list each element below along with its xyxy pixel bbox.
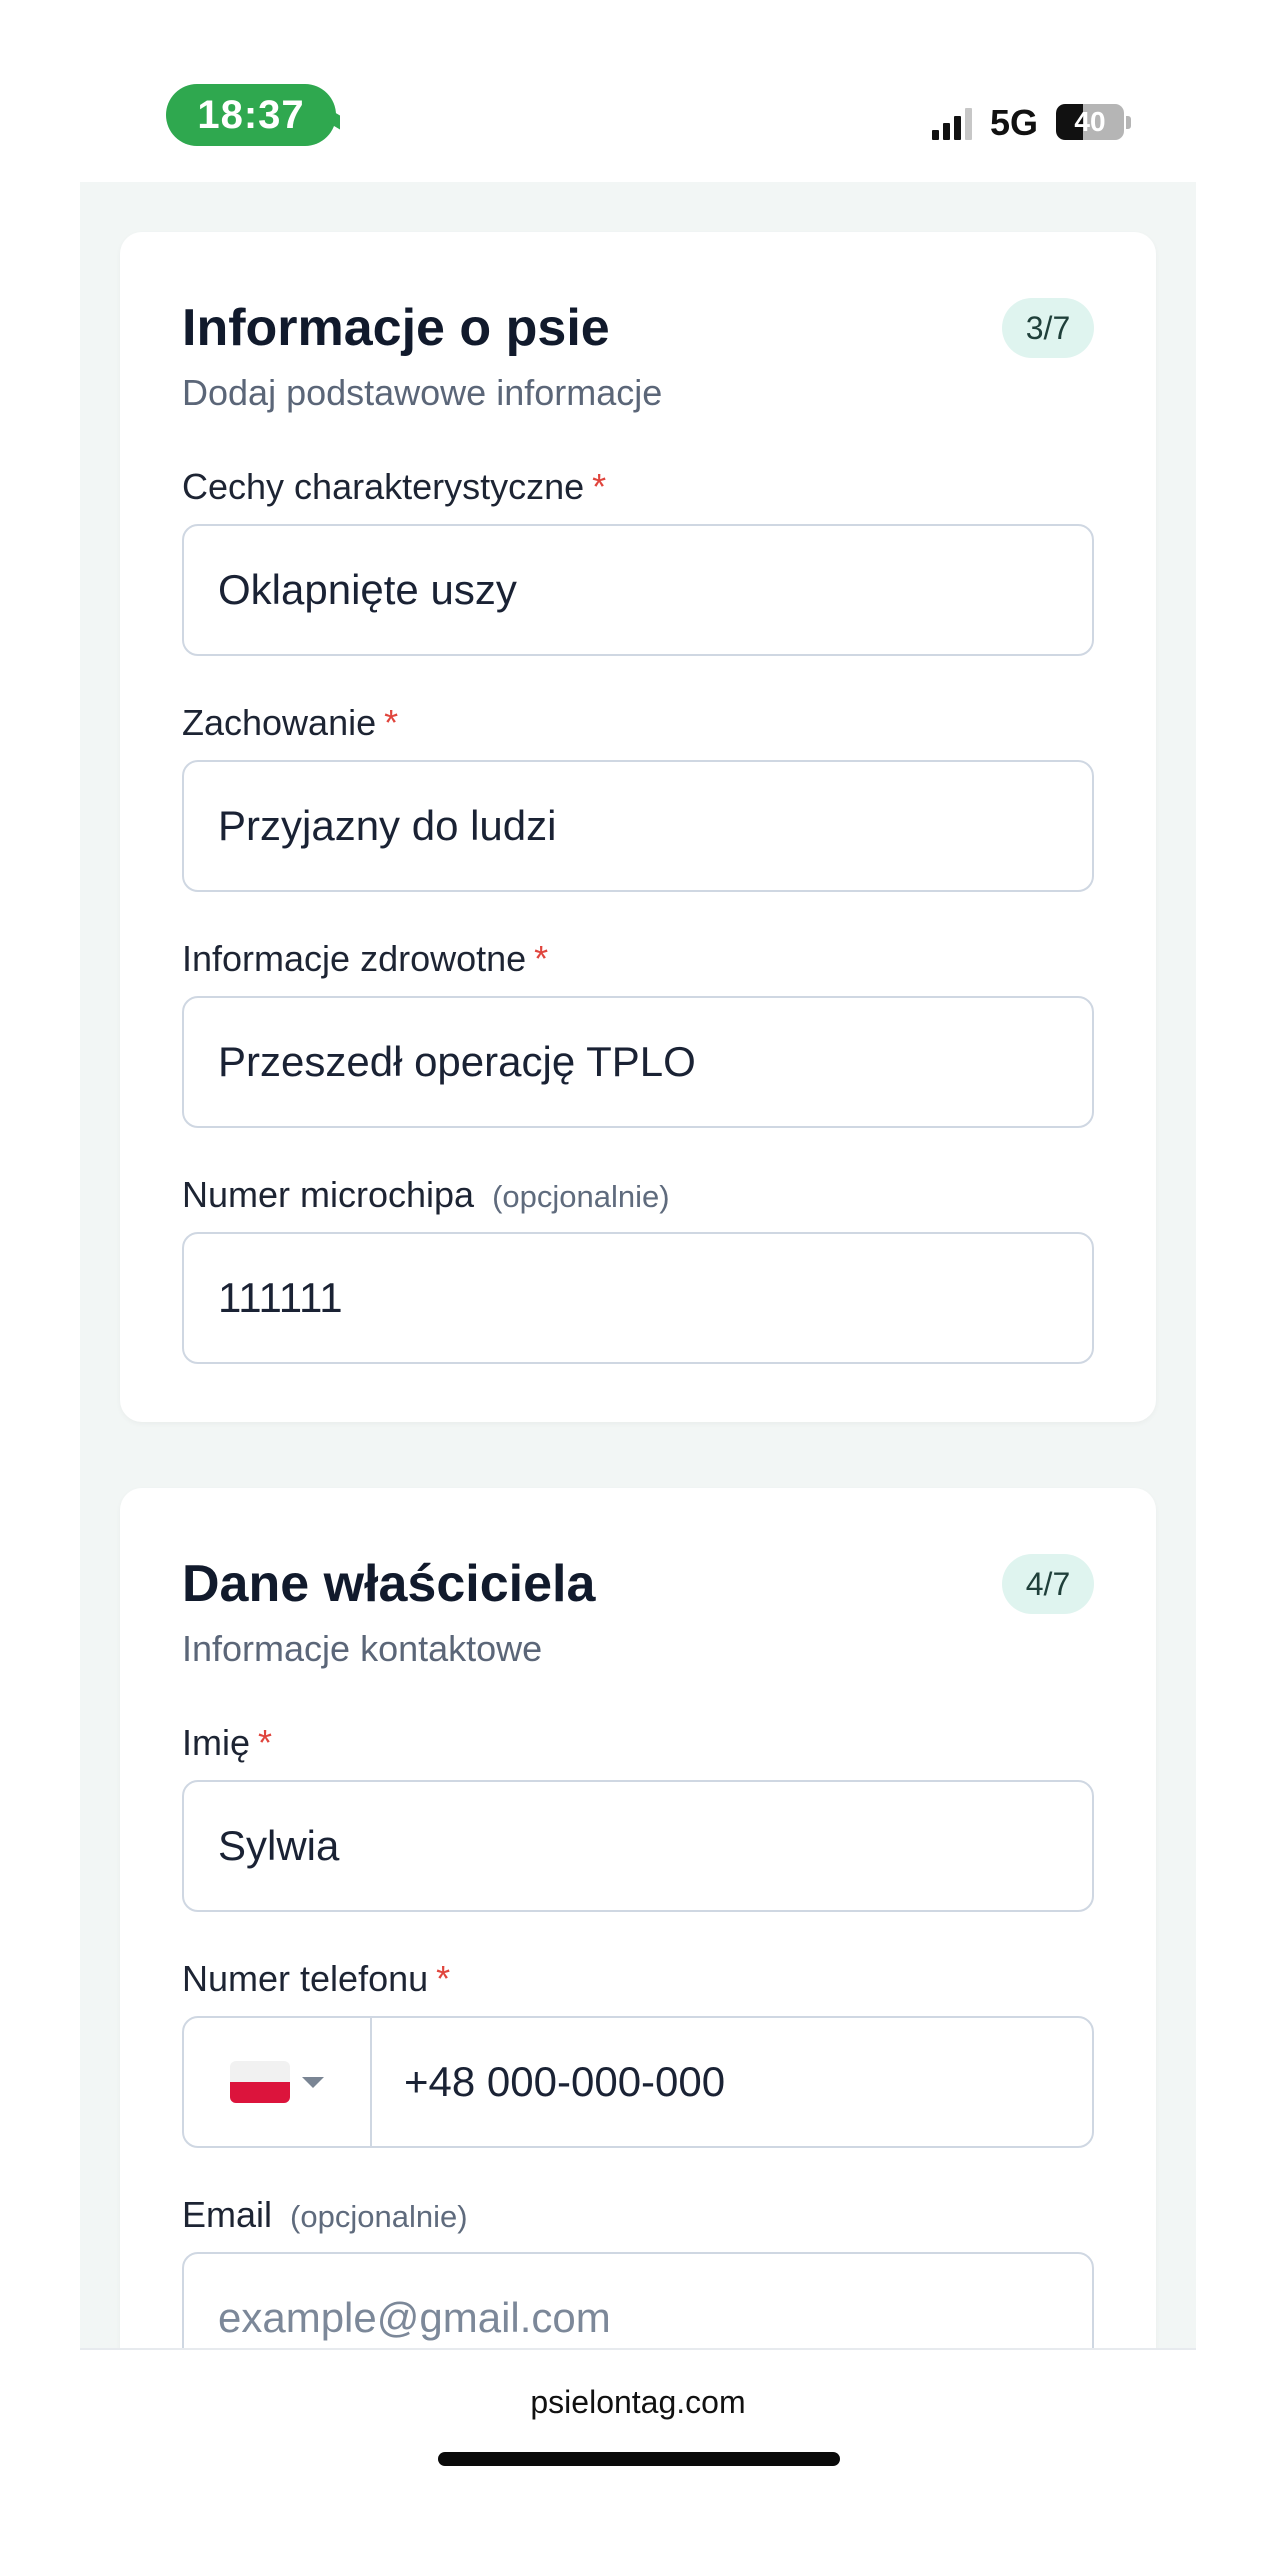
divider [80, 2348, 1196, 2350]
battery-tip [1126, 116, 1131, 129]
step-badge: 4/7 [1002, 1554, 1094, 1614]
status-time: 18:37 [166, 84, 336, 146]
chevron-down-icon [302, 2076, 324, 2088]
first-name-input[interactable]: Sylwia [182, 1780, 1094, 1912]
features-input[interactable]: Oklapnięte uszy [182, 524, 1094, 656]
required-mark: * [436, 1958, 451, 1999]
cellular-signal-icon [932, 104, 972, 140]
health-input[interactable]: Przeszedł operację TPLO [182, 996, 1094, 1128]
url-label[interactable]: psielontag.com [0, 2384, 1276, 2421]
email-label-text: Email [182, 2194, 273, 2235]
required-mark: * [384, 702, 399, 743]
poland-flag-icon [230, 2061, 290, 2103]
dog-info-card: Informacje o psie Dodaj podstawowe infor… [120, 232, 1156, 1422]
phone-label-text: Numer telefonu [182, 1958, 429, 1999]
microchip-input[interactable]: 111111 [182, 1232, 1094, 1364]
required-mark: * [534, 938, 549, 979]
network-type: 5G [990, 102, 1039, 143]
section-subtitle: Informacje kontaktowe [182, 1628, 543, 1669]
phone-field: +48 000-000-000 [182, 2016, 1094, 2148]
owner-info-card: Dane właściciela Informacje kontaktowe 4… [120, 1488, 1156, 2348]
features-label-text: Cechy charakterystyczne [182, 466, 585, 507]
first-name-label: Imię * [182, 1722, 272, 1764]
microchip-label-text: Numer microchipa [182, 1174, 475, 1215]
section-title: Informacje o psie [182, 299, 610, 357]
form-page: Informacje o psie Dodaj podstawowe infor… [80, 182, 1196, 2348]
behavior-label: Zachowanie * [182, 702, 398, 744]
step-badge: 3/7 [1002, 298, 1094, 358]
optional-tag: (opcjonalnie) [492, 1179, 670, 1214]
status-bar: 18:37 5G 40 [0, 0, 1276, 180]
section-title: Dane właściciela [182, 1555, 596, 1613]
microchip-label: Numer microchipa (opcjonalnie) [182, 1174, 670, 1216]
features-label: Cechy charakterystyczne * [182, 466, 606, 508]
browser-bottom-bar: psielontag.com [0, 2348, 1276, 2560]
first-name-label-text: Imię [182, 1722, 251, 1763]
health-label-text: Informacje zdrowotne [182, 938, 527, 979]
behavior-input[interactable]: Przyjazny do ludzi [182, 760, 1094, 892]
optional-tag: (opcjonalnie) [290, 2199, 468, 2234]
country-code-select[interactable] [184, 2018, 372, 2146]
required-mark: * [592, 466, 607, 507]
phone-label: Numer telefonu * [182, 1958, 450, 2000]
behavior-label-text: Zachowanie [182, 702, 377, 743]
battery-icon: 40 [1056, 104, 1124, 140]
home-indicator[interactable] [438, 2452, 840, 2466]
email-label: Email (opcjonalnie) [182, 2194, 468, 2236]
health-label: Informacje zdrowotne * [182, 938, 548, 980]
email-input[interactable]: example@gmail.com [182, 2252, 1094, 2348]
required-mark: * [258, 1722, 273, 1763]
section-subtitle: Dodaj podstawowe informacje [182, 372, 663, 413]
battery-level: 40 [1074, 106, 1106, 137]
phone-input[interactable]: +48 000-000-000 [372, 2018, 1092, 2146]
